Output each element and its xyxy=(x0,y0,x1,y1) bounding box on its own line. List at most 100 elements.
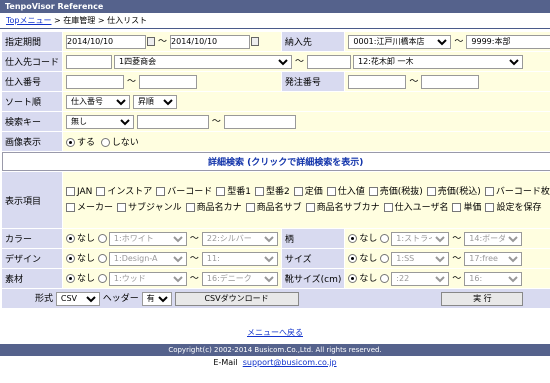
calendar-icon[interactable] xyxy=(251,37,260,47)
date-to-input[interactable] xyxy=(170,34,251,49)
checkbox[interactable] xyxy=(254,187,264,196)
attr-field: なし 1:Design-A ～ 11: xyxy=(63,249,281,268)
checkbox[interactable] xyxy=(185,203,195,212)
attr-from-select[interactable]: :22 xyxy=(391,271,450,286)
export-bar: 形式 CSV ヘッダー 有 CSVダウンロード 実 行 xyxy=(2,289,550,308)
attr-range-radio[interactable] xyxy=(380,274,390,284)
attr-from-select[interactable]: 1:SS xyxy=(391,251,450,266)
attr-none-radio[interactable] xyxy=(66,234,76,244)
menu-back-link[interactable]: メニューへ戻る xyxy=(247,328,303,337)
attr-none-radio[interactable] xyxy=(66,254,76,264)
attr-to-select[interactable]: 17:free xyxy=(464,251,523,266)
header-select[interactable]: 有 xyxy=(141,291,172,306)
range-tilde: ～ xyxy=(454,37,464,48)
date-from-input[interactable] xyxy=(66,34,147,49)
search-key-from[interactable] xyxy=(136,114,209,129)
display-item[interactable]: 型番2 xyxy=(254,184,290,200)
attr-range-radio[interactable] xyxy=(97,234,107,244)
checkbox[interactable] xyxy=(485,203,495,212)
image-on-radio[interactable] xyxy=(66,138,76,147)
attr-from-select[interactable]: 1:Design-A xyxy=(108,251,187,266)
breadcrumb-home-link[interactable]: Topメニュー xyxy=(6,16,52,25)
attr-to-select[interactable]: 11: xyxy=(201,251,278,266)
checkbox[interactable] xyxy=(66,187,76,196)
checkbox[interactable] xyxy=(426,187,436,196)
attr-to-select[interactable]: 22:シルバー xyxy=(201,231,278,246)
attr-to-select[interactable]: 14:ボーダー xyxy=(464,231,523,246)
attr-field: なし 1:SS ～ 17:free xyxy=(345,249,550,268)
checkbox[interactable] xyxy=(368,187,378,196)
checkbox[interactable] xyxy=(452,203,462,212)
attr-to-select[interactable]: 16:デニーク xyxy=(201,271,278,286)
display-item[interactable]: インストア xyxy=(96,184,152,200)
detail-search-toggle[interactable]: 詳細検索 (クリックで詳細検索を表示) xyxy=(2,152,550,171)
display-item[interactable]: バーコード xyxy=(156,184,212,200)
attr-none-radio[interactable] xyxy=(348,234,358,244)
checkbox[interactable] xyxy=(484,187,494,196)
csv-download-button[interactable]: CSVダウンロード xyxy=(174,291,299,306)
attr-range-radio[interactable] xyxy=(380,254,390,264)
purchase-no-from[interactable] xyxy=(66,74,125,89)
attr-from-select[interactable]: 1:ホワイト xyxy=(108,231,187,246)
checkbox[interactable] xyxy=(383,203,393,212)
email-link[interactable]: support@busicom.co.jp xyxy=(243,358,337,367)
search-key-select[interactable]: 無し xyxy=(66,114,135,129)
checkbox[interactable] xyxy=(96,187,106,196)
calendar-icon[interactable] xyxy=(147,37,156,47)
display-item[interactable]: サブジャンル xyxy=(117,200,182,216)
supplier-label: 仕入先コード xyxy=(2,52,63,71)
attr-none-radio[interactable] xyxy=(66,274,76,284)
checkbox[interactable] xyxy=(245,203,255,212)
display-item[interactable]: JAN xyxy=(66,184,92,200)
checkbox[interactable] xyxy=(305,203,315,212)
supplier-to-select[interactable]: 12:花木卸 一木 xyxy=(353,54,524,69)
checkbox[interactable] xyxy=(117,203,127,212)
checkbox[interactable] xyxy=(66,203,76,212)
display-item[interactable]: 商品名カナ xyxy=(185,200,242,216)
image-off-label: しない xyxy=(111,138,139,148)
delivery-to-select[interactable]: 9999:本部 xyxy=(466,34,550,49)
sort-field-select[interactable]: 仕入番号 xyxy=(66,94,131,109)
display-item[interactable]: 仕入値 xyxy=(326,184,365,200)
display-item-label: 売価(税込) xyxy=(437,187,481,197)
display-item[interactable]: 売価(税抜) xyxy=(368,184,423,200)
delivery-from-select[interactable]: 0001:江戸川橋本店 xyxy=(348,34,452,49)
format-select[interactable]: CSV xyxy=(55,291,100,306)
checkbox[interactable] xyxy=(216,187,226,196)
search-key-to[interactable] xyxy=(223,114,296,129)
attr-range-radio[interactable] xyxy=(97,254,107,264)
display-item[interactable]: 仕入ユーザ名 xyxy=(383,200,448,216)
order-no-to[interactable] xyxy=(421,74,480,89)
image-off-radio[interactable] xyxy=(100,138,110,147)
display-item[interactable]: 商品名サブカナ xyxy=(305,200,380,216)
purchase-no-to[interactable] xyxy=(139,74,198,89)
sort-order-select[interactable]: 昇順 xyxy=(132,94,177,109)
order-no-from[interactable] xyxy=(348,74,407,89)
checkbox[interactable] xyxy=(326,187,336,196)
display-item-label: 単価 xyxy=(463,203,482,213)
attr-to-select[interactable]: 16: xyxy=(464,271,523,286)
display-item[interactable]: 型番1 xyxy=(216,184,251,200)
display-item[interactable]: 商品名サブ xyxy=(245,200,302,216)
attr-from-select[interactable]: 1:ウッド xyxy=(108,271,187,286)
supplier-to-code[interactable] xyxy=(307,54,352,69)
supplier-from-select[interactable]: 1四菱商会 xyxy=(114,54,293,69)
display-item[interactable]: 売価(税込) xyxy=(426,184,481,200)
delivery-field: 0001:江戸川橋本店～ 9999:本部 xyxy=(345,32,550,51)
checkbox[interactable] xyxy=(156,187,166,196)
display-item[interactable]: バーコード枚数 xyxy=(484,184,550,200)
supplier-from-code[interactable] xyxy=(66,54,113,69)
attr-none-radio[interactable] xyxy=(348,274,358,284)
attr-none-label: なし xyxy=(77,234,96,245)
display-item[interactable]: 単価 xyxy=(452,200,481,216)
attr-range-radio[interactable] xyxy=(97,274,107,284)
run-button[interactable]: 実 行 xyxy=(441,291,524,306)
checkbox[interactable] xyxy=(293,187,303,196)
display-item[interactable]: メーカー xyxy=(66,200,113,216)
display-item-label: 商品名サブ xyxy=(256,203,302,213)
attr-range-radio[interactable] xyxy=(380,234,390,244)
attr-none-radio[interactable] xyxy=(348,254,358,264)
display-item[interactable]: 設定を保存 xyxy=(485,200,542,216)
display-item[interactable]: 定価 xyxy=(293,184,323,200)
attr-from-select[interactable]: 1:ストライプ xyxy=(391,231,450,246)
